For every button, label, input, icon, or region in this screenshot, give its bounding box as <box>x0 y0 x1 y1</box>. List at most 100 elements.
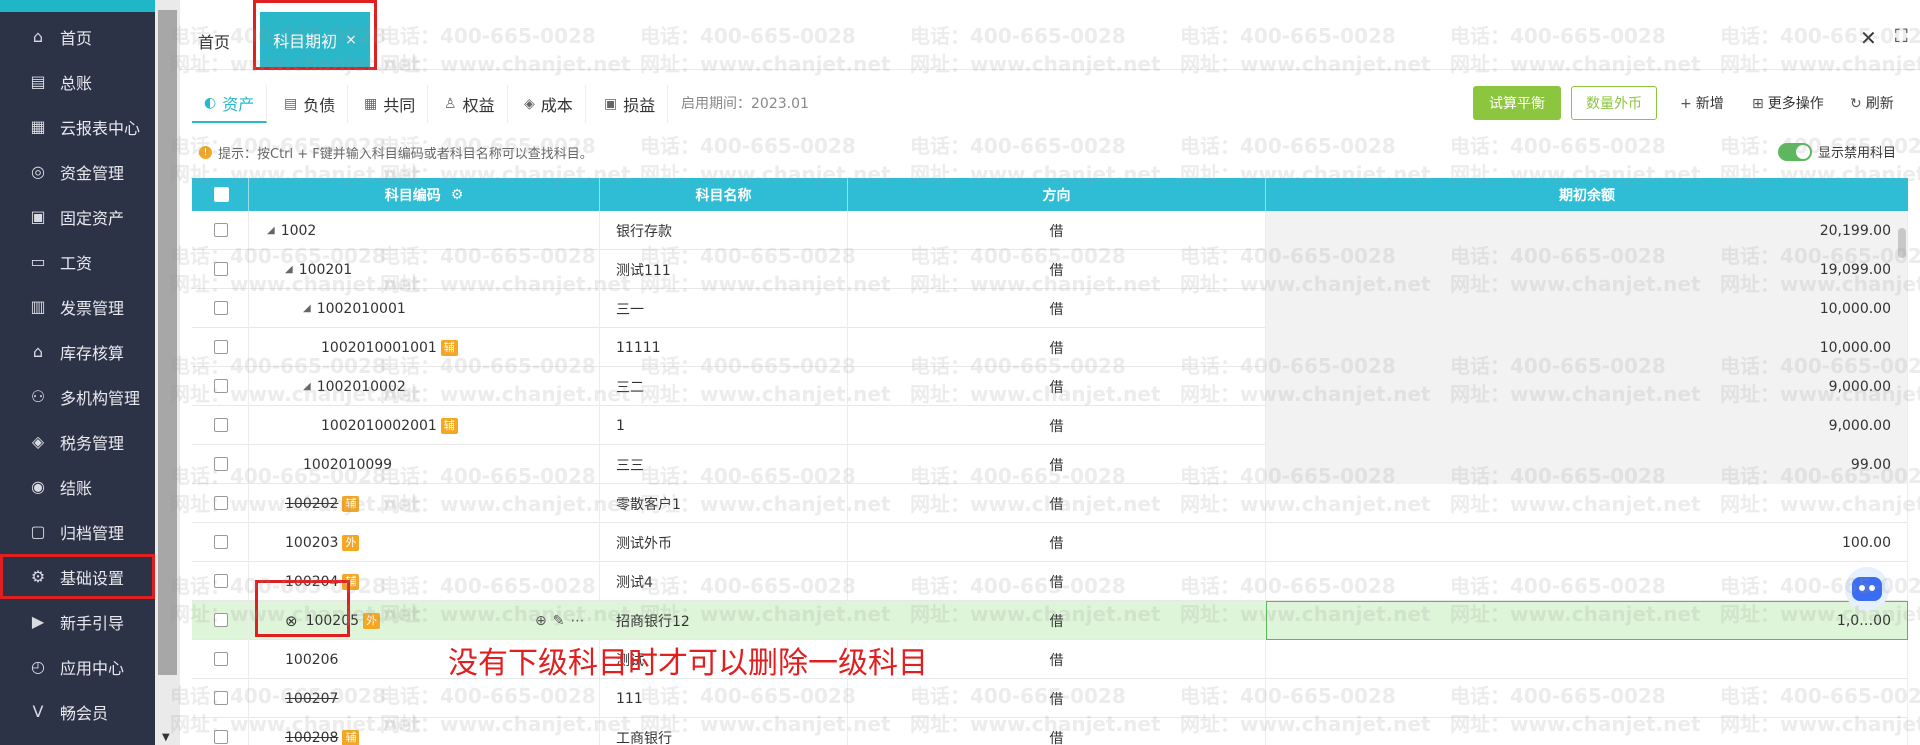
category-tab-5[interactable]: ▣ 损益 <box>592 85 669 123</box>
category-tab-4[interactable]: ◈ 成本 <box>512 85 586 123</box>
annotation-red-box-tab <box>253 0 377 70</box>
expand-triangle-icon[interactable]: ◢ <box>267 225 275 236</box>
balance-cell[interactable] <box>1266 640 1908 679</box>
sidebar-item-12[interactable]: ⚙ 基础设置 <box>0 554 155 599</box>
balance-cell[interactable] <box>1266 718 1908 745</box>
sidebar-item-4[interactable]: ▣ 固定资产 <box>0 194 155 239</box>
home-icon: ⌂ <box>32 27 44 46</box>
header-select-all[interactable] <box>192 178 249 211</box>
table-row[interactable]: ◢ 100201 测试111 借 19,099.00 <box>192 250 1908 289</box>
row-checkbox[interactable] <box>214 574 228 588</box>
table-row[interactable]: ◢ 1002010002 三二借 9,000.00 <box>192 367 1908 406</box>
table-row[interactable]: 1002010099 三三借 99.00 <box>192 445 1908 484</box>
sidebar-item-14[interactable]: ◴ 应用中心 <box>0 644 155 689</box>
table-row[interactable]: ⊗ 100205 外 ⊕✎⋯ 招商银行12 借 1,0…00 <box>192 601 1908 640</box>
balance-cell[interactable]: 19,099.00 <box>1266 250 1908 289</box>
sidebar-item-8[interactable]: ⚇ 多机构管理 <box>0 374 155 419</box>
balance-cell[interactable]: 100.00 <box>1266 523 1908 562</box>
direction-cell: 借 <box>848 211 1266 250</box>
close-icon[interactable]: ✕ <box>1860 26 1877 50</box>
category-tab-2[interactable]: ▦ 共同 <box>352 85 429 123</box>
add-button[interactable]: + 新增 <box>1680 93 1724 113</box>
row-checkbox[interactable] <box>214 730 228 744</box>
expand-triangle-icon[interactable]: ◢ <box>303 303 311 314</box>
table-row[interactable]: 100208 辅工商银行借 <box>192 718 1908 745</box>
account-name: 工商银行 <box>600 718 848 745</box>
row-checkbox[interactable] <box>214 379 228 393</box>
add-sub-icon[interactable]: ⊕ <box>535 613 553 629</box>
annotation-red-box-row <box>255 580 350 637</box>
toggle-switch[interactable] <box>1778 142 1812 161</box>
sidebar-item-9[interactable]: ◈ 税务管理 <box>0 419 155 464</box>
edit-icon[interactable]: ✎ <box>553 613 571 629</box>
account-name: 111 <box>600 679 848 718</box>
table-row[interactable]: 100204 辅测试4 借 <box>192 562 1908 601</box>
sidebar-item-0[interactable]: ⌂ 首页 <box>0 14 155 59</box>
select-all-checkbox[interactable] <box>214 187 229 202</box>
table-row[interactable]: 100207 111 借 <box>192 679 1908 718</box>
table-row[interactable]: 100202 辅零散客户1 借 <box>192 484 1908 523</box>
category-tab-0[interactable]: ◐ 资产 <box>192 85 268 123</box>
refresh-button[interactable]: ↻ 刷新 <box>1850 93 1894 113</box>
balance-cell[interactable]: 1,0…00 <box>1266 601 1908 640</box>
sidebar-item-15[interactable]: V 畅会员 <box>0 689 155 734</box>
tab-home[interactable]: 首页 <box>198 29 230 53</box>
row-checkbox[interactable] <box>214 535 228 549</box>
row-checkbox[interactable] <box>214 223 228 237</box>
quantity-foreign-currency-button[interactable]: 数量外币 <box>1571 86 1657 120</box>
balance-cell[interactable]: 10,000.00 <box>1266 328 1908 367</box>
more-actions-button[interactable]: ⊞ 更多操作 <box>1752 93 1824 113</box>
sidebar-item-11[interactable]: ▢ 归档管理 <box>0 509 155 554</box>
table-row[interactable]: 100203 外测试外币借 100.00 <box>192 523 1908 562</box>
balance-cell[interactable]: 9,000.00 <box>1266 406 1908 445</box>
table-row[interactable]: ◢ 1002010001 三一借 10,000.00 <box>192 289 1908 328</box>
sidebar-item-3[interactable]: ◎ 资金管理 <box>0 149 155 194</box>
sidebar-item-6[interactable]: ▥ 发票管理 <box>0 284 155 329</box>
sidebar-scroll-thumb[interactable] <box>158 10 177 675</box>
sidebar-item-13[interactable]: ▶ 新手引导 <box>0 599 155 644</box>
balance-cell[interactable]: 99.00 <box>1266 445 1908 484</box>
balance-cell[interactable] <box>1266 679 1908 718</box>
row-checkbox[interactable] <box>214 691 228 705</box>
category-tab-label: 共同 <box>383 96 416 115</box>
category-tab-3[interactable]: ♙ 权益 <box>432 85 508 123</box>
fund-icon: ◎ <box>31 162 45 181</box>
expand-triangle-icon[interactable]: ◢ <box>303 381 311 392</box>
sidebar-scrollbar[interactable]: ▼ <box>155 0 180 745</box>
balance-cell[interactable]: 10,000.00 <box>1266 289 1908 328</box>
more-icon[interactable]: ⋯ <box>570 613 590 629</box>
sidebar-item-5[interactable]: ▭ 工资 <box>0 239 155 284</box>
table-row[interactable]: 1002010002001 辅 1 借 9,000.00 <box>192 406 1908 445</box>
row-checkbox[interactable] <box>214 301 228 315</box>
table-row[interactable]: 1002010001001 辅 11111 借 10,000.00 <box>192 328 1908 367</box>
row-checkbox[interactable] <box>214 340 228 354</box>
sidebar-item-2[interactable]: ▦ 云报表中心 <box>0 104 155 149</box>
row-checkbox[interactable] <box>214 457 228 471</box>
balance-cell[interactable]: 9,000.00 <box>1266 367 1908 406</box>
row-checkbox[interactable] <box>214 418 228 432</box>
trial-balance-button[interactable]: 试算平衡 <box>1473 86 1561 120</box>
expand-triangle-icon[interactable]: ◢ <box>285 264 293 275</box>
sidebar-item-7[interactable]: ⌂ 库存核算 <box>0 329 155 374</box>
row-checkbox[interactable] <box>214 496 228 510</box>
show-disabled-toggle[interactable]: 显示禁用科目 <box>1778 142 1896 161</box>
table-scroll-thumb[interactable] <box>1898 228 1906 258</box>
sidebar-item-1[interactable]: ▤ 总账 <box>0 59 155 104</box>
balance-cell[interactable]: 20,199.00 <box>1266 211 1908 250</box>
row-checkbox[interactable] <box>214 613 228 627</box>
balance-cell[interactable] <box>1266 484 1908 523</box>
scroll-down-arrow-icon[interactable]: ▼ <box>162 732 170 743</box>
balance-cell[interactable] <box>1266 562 1908 601</box>
row-checkbox[interactable] <box>214 262 228 276</box>
fullscreen-icon[interactable]: ⛶ <box>1895 26 1908 47</box>
category-tab-1[interactable]: ▤ 负债 <box>272 85 349 123</box>
cost-tab-icon: ◈ <box>524 96 535 112</box>
row-checkbox[interactable] <box>214 652 228 666</box>
gear-icon[interactable]: ⚙ <box>451 187 464 203</box>
direction-cell: 借 <box>848 484 1266 523</box>
assistant-robot-icon[interactable] <box>1845 567 1889 611</box>
sidebar-item-10[interactable]: ◉ 结账 <box>0 464 155 509</box>
archive-icon: ▢ <box>30 522 46 541</box>
account-code: 100203 <box>285 534 339 551</box>
table-row[interactable]: ◢ 1002 银行存款借 20,199.00 <box>192 211 1908 250</box>
